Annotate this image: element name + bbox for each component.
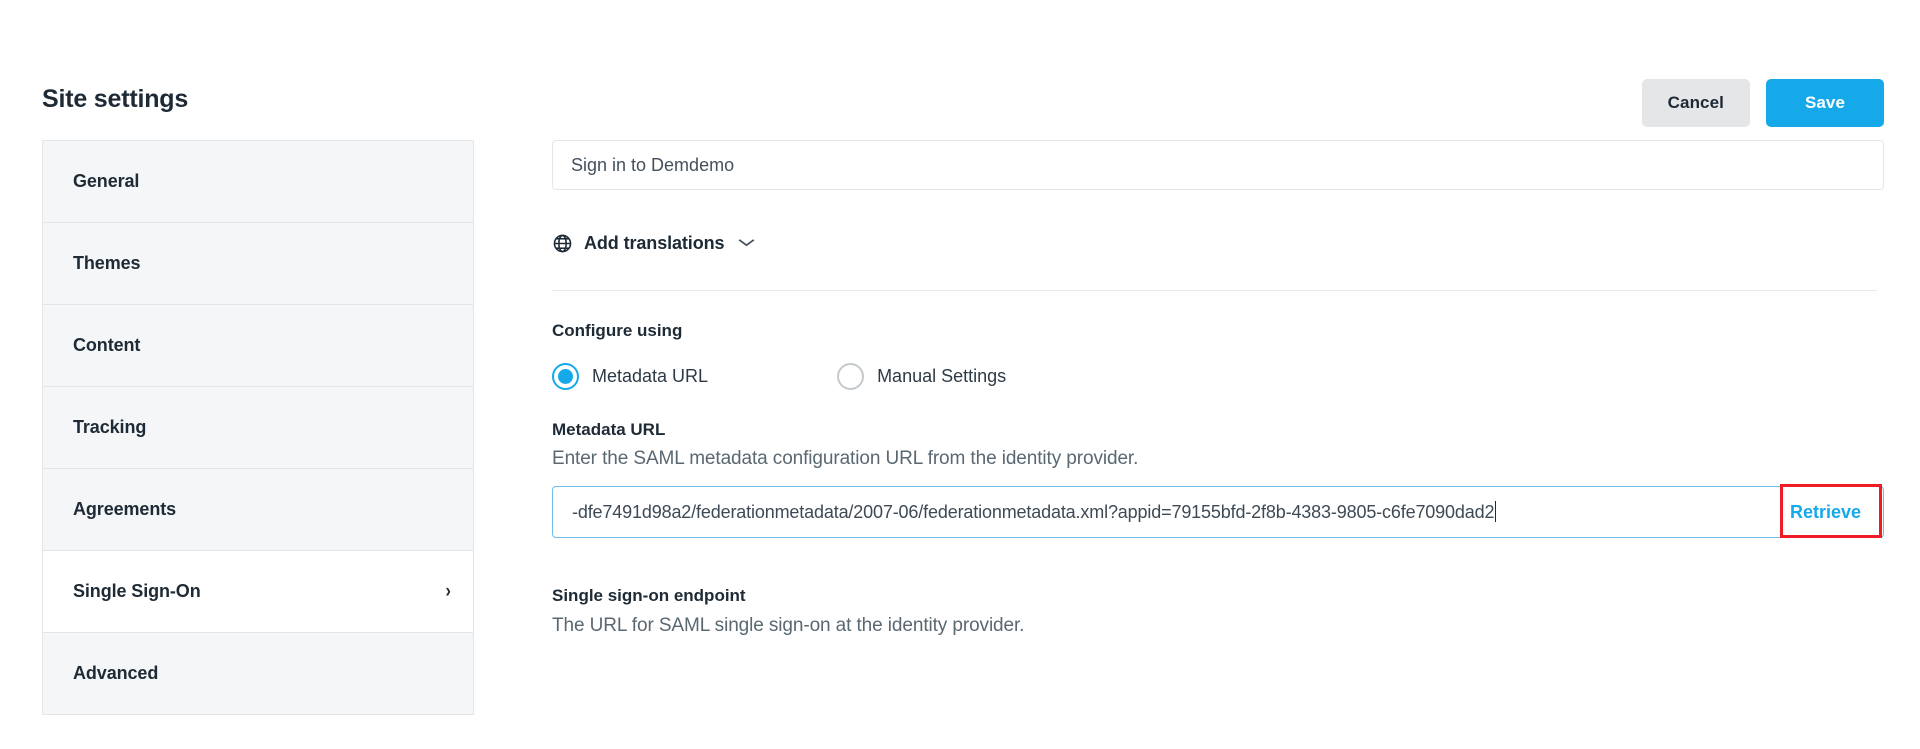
- radio-indicator[interactable]: [837, 363, 865, 390]
- sidebar-item-themes[interactable]: Themes: [43, 223, 473, 305]
- sso-endpoint-description: The URL for SAML single sign-on at the i…: [552, 615, 1025, 636]
- header-actions: Cancel Save: [1641, 79, 1884, 127]
- radio-metadata-url[interactable]: Metadata URL: [552, 363, 708, 390]
- retrieve-button[interactable]: Retrieve: [1790, 502, 1861, 522]
- page-title: Site settings: [42, 85, 189, 113]
- settings-main-panel: Add translations Configure using Metadat…: [552, 140, 1884, 637]
- signin-title-input[interactable]: [552, 140, 1884, 190]
- sso-endpoint-title: Single sign-on endpoint: [552, 586, 746, 605]
- radio-label: Manual Settings: [877, 366, 1007, 386]
- chevron-down-icon: [738, 235, 757, 250]
- settings-sidebar: General Themes Content Tracking Agreemen…: [42, 140, 474, 715]
- metadata-url-input[interactable]: -dfe7491d98a2/federationmetadata/2007-06…: [553, 501, 1774, 523]
- metadata-url-title: Metadata URL: [552, 420, 666, 439]
- retrieve-cell: Retrieve: [1774, 502, 1883, 523]
- metadata-url-text: -dfe7491d98a2/federationmetadata/2007-06…: [572, 502, 1495, 522]
- chevron-right-icon: ›: [445, 581, 451, 602]
- sidebar-item-tracking[interactable]: Tracking: [43, 387, 473, 469]
- sidebar-item-label: Agreements: [73, 499, 177, 519]
- sidebar-item-label: General: [73, 171, 140, 191]
- sidebar-item-label: Single Sign-On: [73, 581, 201, 601]
- sidebar-item-advanced[interactable]: Advanced: [43, 633, 473, 715]
- cancel-button[interactable]: Cancel: [1641, 79, 1750, 127]
- sidebar-item-label: Advanced: [73, 663, 159, 683]
- configure-using-label: Configure using: [552, 321, 683, 340]
- sidebar-item-label: Tracking: [73, 417, 147, 437]
- sidebar-item-single-sign-on[interactable]: Single Sign-On ›: [43, 551, 473, 633]
- section-divider: [552, 290, 1877, 291]
- radio-label: Metadata URL: [592, 366, 709, 386]
- site-settings-page: Site settings Cancel Save General Themes…: [0, 0, 1920, 749]
- globe-icon: [552, 233, 573, 254]
- radio-manual-settings[interactable]: Manual Settings: [837, 363, 1006, 390]
- add-translations-button[interactable]: Add translations: [552, 233, 757, 254]
- sidebar-item-agreements[interactable]: Agreements: [43, 469, 473, 551]
- add-translations-label: Add translations: [584, 233, 725, 253]
- metadata-url-box: -dfe7491d98a2/federationmetadata/2007-06…: [552, 486, 1884, 538]
- sidebar-item-general[interactable]: General: [43, 141, 473, 223]
- radio-indicator[interactable]: [552, 363, 579, 390]
- sidebar-item-label: Content: [73, 335, 141, 355]
- metadata-url-description: Enter the SAML metadata configuration UR…: [552, 448, 1139, 469]
- sidebar-item-label: Themes: [73, 253, 141, 273]
- text-caret: [1495, 501, 1497, 522]
- save-button[interactable]: Save: [1766, 79, 1884, 127]
- configure-using-radio-group: Metadata URL Manual Settings: [552, 363, 1884, 390]
- metadata-url-field: -dfe7491d98a2/federationmetadata/2007-06…: [552, 484, 1884, 538]
- sidebar-item-content[interactable]: Content: [43, 305, 473, 387]
